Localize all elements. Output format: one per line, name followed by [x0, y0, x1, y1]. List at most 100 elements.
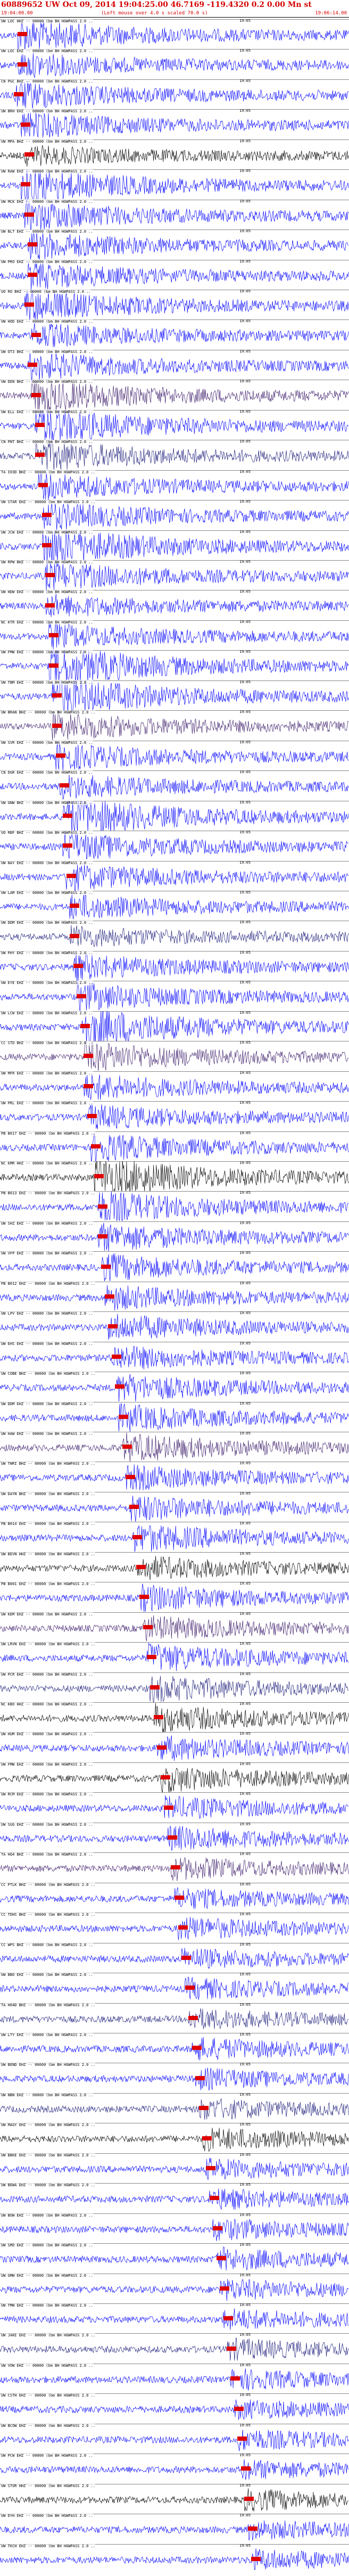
seismogram-trace[interactable]: PB B001 EHZ -- 00000 (bm BH HGWPASS 2.0 …: [0, 1581, 349, 1612]
waveform-line: [0, 1161, 349, 1191]
seismogram-trace[interactable]: PB B017 EHZ -- 00000 (bm BH HGWPASS 2.0 …: [0, 1131, 349, 1161]
seismogram-trace[interactable]: UW BRAN BHZ -- 00000 (bm BH HGWPASS 2.0 …: [0, 710, 349, 741]
seismogram-trace[interactable]: UW LPV EHZ -- 00000 (bm BH HGWPASS 2.0 .…: [0, 1311, 349, 1341]
seismogram-trace[interactable]: PB B012 EHZ -- 00000 (bm BH HGWPASS 2.0 …: [0, 1281, 349, 1311]
seismogram-trace[interactable]: UW HUM EHZ -- 00000 (bm BH HGWPASS 2.0 .…: [0, 1732, 349, 1762]
seismogram-trace[interactable]: UO RBF BHZ -- 00000 (bm BH HGWPASS 2.0 .…: [0, 830, 349, 860]
seismogram-trace[interactable]: UW BEVN HHZ -- 00000 (bm BH HGWPASS 2.0 …: [0, 1552, 349, 1582]
seismogram-trace[interactable]: UW VFP EHZ -- 00000 (bm BH HGWPASS 2.0 .…: [0, 1251, 349, 1282]
seismogram-trace[interactable]: UW MAGY EHZ -- 00000 (bm BH HGWPASS 2.0 …: [0, 2122, 349, 2153]
seismogram-trace[interactable]: UW SUG EHZ -- 00000 (bm BH HGWPASS 2.0 .…: [0, 1822, 349, 1852]
seismogram-trace[interactable]: UW VOW EHZ -- 00000 (bm BH HGWPASS 2.0 .…: [0, 2363, 349, 2393]
seismogram-trace[interactable]: UW LAM EHZ -- 00000 (bm BH HGWPASS 2.0 .…: [0, 890, 349, 921]
seismogram-trace[interactable]: UW FMW EHZ -- 00000 (bm BH HGWPASS 2.0 .…: [0, 1762, 349, 1792]
seismogram-trace[interactable]: UW SMO EHZ -- 00000 (bm BH HGWPASS 2.0 .…: [0, 2243, 349, 2273]
seismogram-trace[interactable]: UW HOD EHZ -- 00000 (bm BH HGWPASS 2.0 .…: [0, 319, 349, 349]
seismogram-trace[interactable]: UW DEN BHZ -- 00000 (bm BH HGWPASS 2.0 .…: [0, 379, 349, 410]
seismogram-trace[interactable]: UW BLT EHZ -- 00000 (bm BH HGWPASS 2.0 .…: [0, 229, 349, 260]
seismogram-trace[interactable]: PB B013 EHZ -- 00000 (bm BH HGWPASS 2.0 …: [0, 1191, 349, 1221]
seismogram-trace[interactable]: UW MPA BHZ -- 00000 (bm BH HGWPASS 2.0 .…: [0, 139, 349, 169]
seismogram-trace[interactable]: TA H04D BHZ -- 00000 (bm BH HGWPASS 2.0 …: [0, 2003, 349, 2033]
time-tick-label: 19:05: [239, 1431, 251, 1435]
seismogram-trace[interactable]: UW NBN EHZ -- 00000 (bm BH HGWPASS 2.0 .…: [0, 2093, 349, 2123]
seismogram-trace[interactable]: TA HQ4 BHZ -- 00000 (bm BH HGWPASS 2.0 .…: [0, 1852, 349, 1882]
seismogram-trace[interactable]: NC KTR EHZ -- 00000 (bm BH HGWPASS 2.0 .…: [0, 620, 349, 650]
seismogram-trace[interactable]: CN PNT BHZ -- 00000 (bm BH HGWPASS 2.0 .…: [0, 439, 349, 470]
seismogram-trace[interactable]: UW ELL EHZ -- 00000 (bm BH HGWPASS 2.0 .…: [0, 409, 349, 440]
seismogram-trace[interactable]: UW PHY EHZ -- 00000 (bm BH HGWPASS 2.0 .…: [0, 950, 349, 981]
seismogram-trace[interactable]: PB B014 EHZ -- 00000 (bm BH HGWPASS 2.0 …: [0, 1521, 349, 1552]
seismogram-trace[interactable]: UO RO BHZ -- 00000 (bm BH HGWPASS 2.0 ..…: [0, 289, 349, 320]
seismogram-trace[interactable]: UW TMW EHZ -- 00000 (bm BH HGWPASS 2.0 .…: [0, 2303, 349, 2333]
seismogram-trace[interactable]: UW LOC EHZ -- 00000 (bm BH HGWPASS 2.0 .…: [0, 48, 349, 79]
seismogram-trace[interactable]: CC PTLK BHZ -- 00000 (bm BH HGWPASS 2.0 …: [0, 1882, 349, 1913]
seismogram-trace[interactable]: UW STAR EHZ -- 00000 (bm BH HGWPASS 2.0 …: [0, 499, 349, 530]
seismogram-trace[interactable]: UW DDM EHZ -- 00000 (bm BH HGWPASS 2.0 .…: [0, 1401, 349, 1432]
time-tick-label: 19:05: [239, 499, 251, 504]
phase-pick-marker: [77, 994, 87, 998]
phase-pick-marker: [14, 92, 24, 97]
seismogram-trace[interactable]: UW CSTH EHZ -- 00000 (bm BH HGWPASS 2.0 …: [0, 2393, 349, 2423]
seismogram-trace[interactable]: UW SVR EHZ -- 00000 (bm BH HGWPASS 2.0 .…: [0, 740, 349, 770]
seismogram-trace[interactable]: UW EYE EHZ -- 00000 (bm BH HGWPASS 2.0 .…: [0, 980, 349, 1011]
seismogram-trace[interactable]: UW PRL EHZ -- 00000 (bm BH HGWPASS 2.0 .…: [0, 1101, 349, 1131]
seismogram-trace[interactable]: UW PCW EHZ -- 00000 (bm BH HGWPASS 2.0 .…: [0, 2453, 349, 2483]
seismogram-trace[interactable]: UW DDM EHZ -- 00000 (bm BH HGWPASS 2.0 .…: [0, 920, 349, 950]
seismogram-trace[interactable]: UW MCK EHZ -- 00000 (bm BH HGWPASS 2.0 .…: [0, 199, 349, 229]
seismogram-trace[interactable]: UW KEM EHZ -- 00000 (bm BH HGWPASS 2.0 .…: [0, 1612, 349, 1642]
phase-pick-marker: [126, 1474, 136, 1479]
seismogram-trace[interactable]: UW TWRI BHZ -- 00000 (bm BH HGWPASS 2.0 …: [0, 1461, 349, 1491]
seismogram-trace[interactable]: UW LOC HHZ -- 00000 (bm BH HGWPASS 2.0 .…: [0, 19, 349, 49]
seismogram-trace[interactable]: UW BEWA EHZ -- 00000 (bm BH HGWPASS 2.0 …: [0, 2183, 349, 2213]
seismogram-trace[interactable]: UW DAYN BHZ -- 00000 (bm BH HGWPASS 2.0 …: [0, 1491, 349, 1522]
seismogram-trace[interactable]: NC KMR HHZ -- 00000 (bm BH HGWPASS 2.0 .…: [0, 1161, 349, 1191]
seismogram-trace[interactable]: UW JCW EHZ -- 00000 (bm BH HGWPASS 2.0 .…: [0, 530, 349, 560]
seismogram-trace[interactable]: UW BBKE EHZ -- 00000 (bm BH HGWPASS 2.0 …: [0, 2153, 349, 2183]
seismogram-trace[interactable]: UW BOW EHZ -- 00000 (bm BH HGWPASS 2.0 .…: [0, 2213, 349, 2243]
seismogram-trace[interactable]: UW BEND EHZ -- 00000 (bm BH HGWPASS 2.0 …: [0, 2062, 349, 2093]
seismogram-trace[interactable]: UW BBO EHZ -- 00000 (bm BH HGWPASS 2.0 .…: [0, 1972, 349, 2003]
seismogram-trace[interactable]: UW RAW EHZ -- 00000 (bm BH HGWPASS 2.0 .…: [0, 169, 349, 200]
seismogram-trace[interactable]: UW NAY EHZ -- 00000 (bm BH HGWPASS 2.0 .…: [0, 860, 349, 891]
seismogram-trace[interactable]: UW GNW BHZ -- 00000 (bm BH HGWPASS 2.0 .…: [0, 800, 349, 831]
seismogram-trace[interactable]: CC STD BHZ -- 00000 (bm BH HGWPASS 2.0 .…: [0, 1040, 349, 1071]
station-label: NC KMR HHZ -- 00000 (bm BH HGWPASS 2.0 .…: [1, 1161, 93, 1166]
seismogram-trace[interactable]: UW COBE BHZ -- 00000 (bm BH HGWPASS 2.0 …: [0, 1371, 349, 1402]
seismogram-trace[interactable]: UW OT3 BHZ -- 00000 (bm BH HGWPASS 2.0 .…: [0, 349, 349, 380]
seismogram-trace[interactable]: NC KBO HHZ -- 00000 (bm BH HGWPASS 2.0 .…: [0, 1702, 349, 1733]
seismogram-trace[interactable]: UW TBM EHZ -- 00000 (bm BH HGWPASS 2.0 .…: [0, 680, 349, 710]
seismogram-trace[interactable]: CN PGC BHZ -- 00000 (bm BH HGWPASS 2.0 .…: [0, 79, 349, 109]
seismogram-trace[interactable]: UW RCM EHZ -- 00000 (bm BH HGWPASS 2.0 .…: [0, 1792, 349, 1822]
seismogram-trace[interactable]: CC WPS BHZ -- 00000 (bm BH HGWPASS 2.0 .…: [0, 1942, 349, 1973]
phase-pick-marker: [35, 453, 45, 457]
station-label: UW DDM EHZ -- 00000 (bm BH HGWPASS 2.0 .…: [1, 921, 93, 925]
waveform: [0, 1735, 349, 1761]
seismogram-trace[interactable]: UW PRO EHZ -- 00000 (bm BH HGWPASS 2.0 .…: [0, 259, 349, 290]
seismogram-trace[interactable]: UW HAW EHZ -- 00000 (bm BH HGWPASS 2.0 .…: [0, 1431, 349, 1462]
seismogram-trace[interactable]: UW BCOW EHZ -- 00000 (bm BH HGWPASS 2.0 …: [0, 2423, 349, 2454]
seismogram-trace[interactable]: UW HDW EHZ -- 00000 (bm BH HGWPASS 2.0 .…: [0, 589, 349, 620]
seismogram-trace[interactable]: UW DYH EHZ -- 00000 (bm BH HGWPASS 2.0 .…: [0, 2513, 349, 2544]
seismogram-trace[interactable]: UW PCR EHZ -- 00000 (bm BH HGWPASS 2.0 .…: [0, 1672, 349, 1702]
time-tick-label: 19:05: [239, 1642, 251, 1646]
waveform-line: [0, 1253, 349, 1282]
seismogram-trace[interactable]: UW JANI EHZ -- 00000 (bm BH HGWPASS 2.0 …: [0, 2333, 349, 2363]
seismogram-trace[interactable]: UW FMW EHZ -- 00000 (bm BH HGWPASS 2.0 .…: [0, 650, 349, 680]
phase-pick-marker: [97, 1204, 107, 1209]
seismogram-trace[interactable]: UW TKCH EHZ -- 00000 (bm BH HGWPASS 2.0 …: [0, 2544, 349, 2574]
seismogram-trace[interactable]: UW RPW BHZ -- 00000 (bm BH HGWPASS 2.0 .…: [0, 560, 349, 590]
seismogram-trace[interactable]: CN DGR EHZ -- 00000 (bm BH HGWPASS 2.0 .…: [0, 770, 349, 800]
waveform-line: [0, 1285, 349, 1311]
seismogram-trace[interactable]: UW LCW EHZ -- 00000 (bm BH HGWPASS 2.0 .…: [0, 1011, 349, 1041]
seismogram-trace[interactable]: UW GMW EHZ -- 00000 (bm BH HGWPASS 2.0 .…: [0, 2273, 349, 2303]
seismogram-trace[interactable]: UW EHS EHZ -- 00000 (bm BH HGWPASS 2.0 .…: [0, 1341, 349, 1372]
seismogram-trace[interactable]: UW SHZ EHZ -- 00000 (bm BH HGWPASS 2.0 .…: [0, 1221, 349, 1251]
seismogram-trace[interactable]: UW STOR HHZ -- 00000 (bm BH HGWPASS 2.0 …: [0, 2483, 349, 2514]
seismogram-trace[interactable]: UW MFR EHZ -- 00000 (bm BH HGWPASS 2.0 .…: [0, 1071, 349, 1101]
seismogram-trace[interactable]: TA I03D BHZ -- 00000 (bm BH HGWPASS 2.0 …: [0, 470, 349, 500]
seismogram-trace[interactable]: CC TDHS BHZ -- 00000 (bm BH HGWPASS 2.0 …: [0, 1912, 349, 1942]
seismogram-trace[interactable]: UW LTY EHZ -- 00000 (bm BH HGWPASS 2.0 .…: [0, 2032, 349, 2063]
seismogram-trace[interactable]: UW BRH EHZ -- 00000 (bm BH HGWPASS 2.0 .…: [0, 109, 349, 139]
waveform-line: [0, 380, 349, 410]
seismogram-trace[interactable]: UW LRVN EHZ -- 00000 (bm BH HGWPASS 2.0 …: [0, 1642, 349, 1672]
